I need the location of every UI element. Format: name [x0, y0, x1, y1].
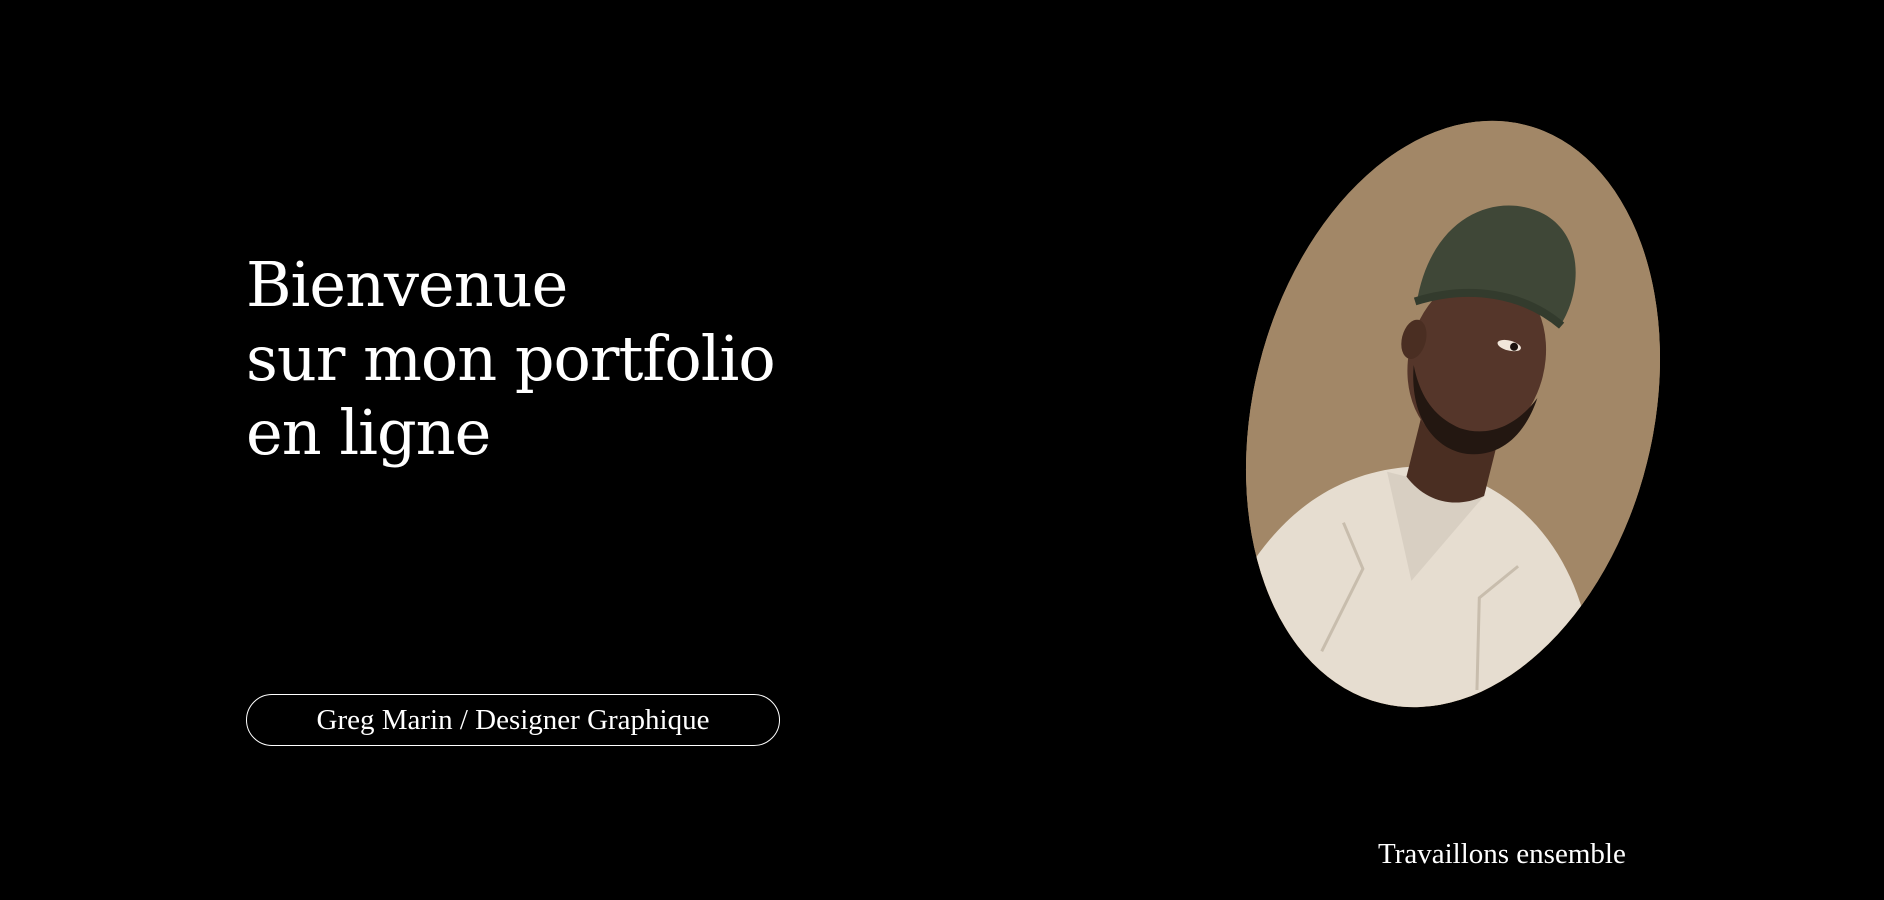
headline-line-3: en ligne: [246, 396, 491, 469]
person-portrait-icon: [1186, 76, 1720, 752]
work-together-link[interactable]: Travaillons ensemble: [1378, 838, 1626, 871]
portfolio-page: Bienvenue sur mon portfolio en ligne Gre…: [0, 0, 1884, 900]
hero-headline: Bienvenue sur mon portfolio en ligne: [246, 248, 776, 470]
headline-line-1: Bienvenue: [246, 248, 568, 321]
name-badge-button[interactable]: Greg Marin / Designer Graphique: [246, 694, 780, 746]
headline-line-2: sur mon portfolio: [246, 322, 776, 395]
portrait-photo: [1186, 76, 1720, 752]
